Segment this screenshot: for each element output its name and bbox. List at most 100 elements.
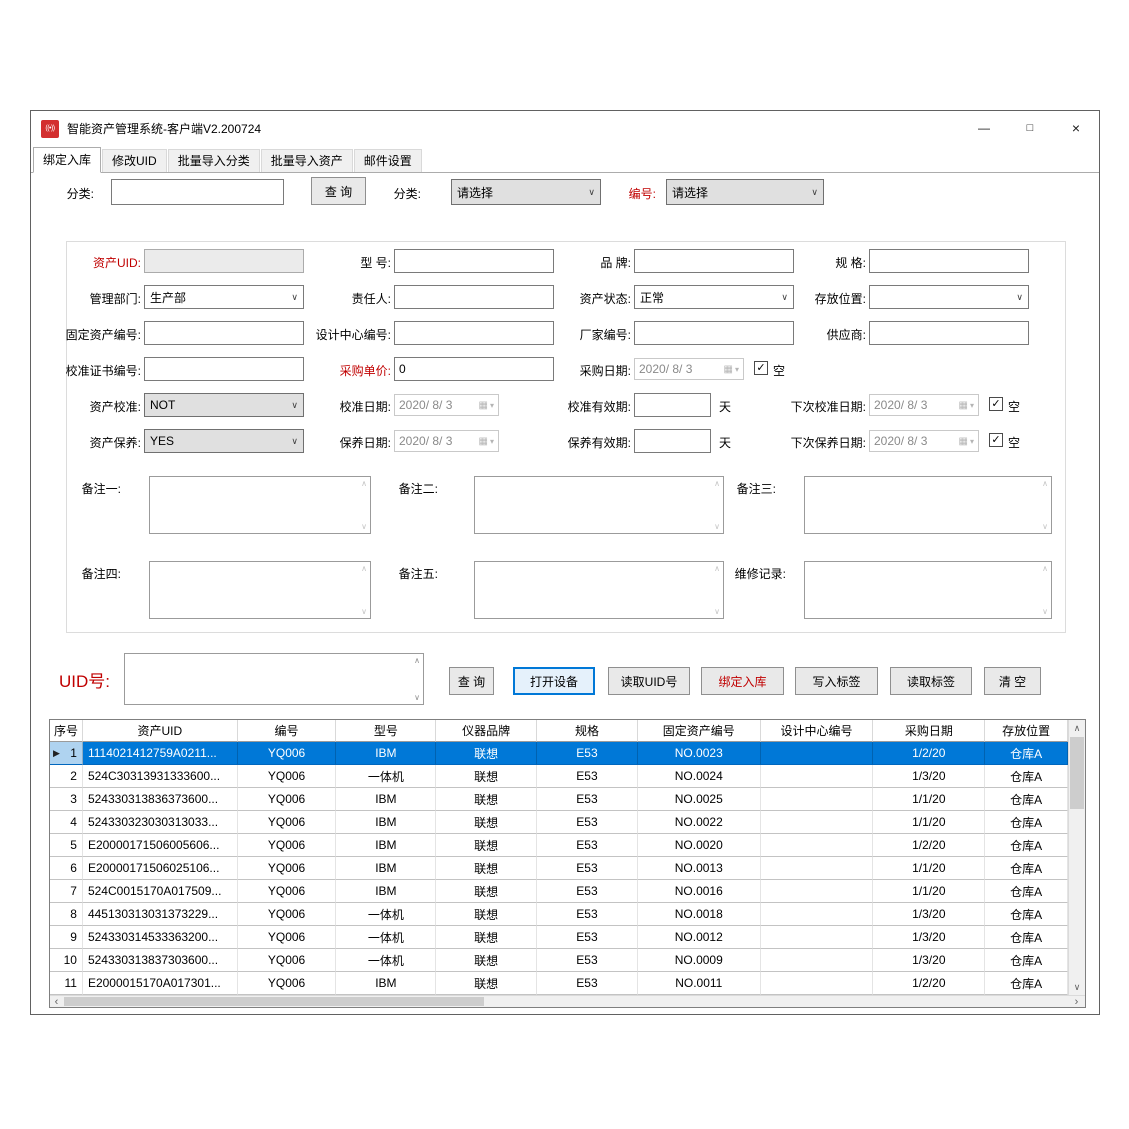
table-cell[interactable]: E53 [537, 834, 638, 857]
table-cell[interactable]: 1/3/20 [873, 903, 985, 926]
vertical-scrollbar-thumb[interactable] [1070, 737, 1084, 809]
table-cell[interactable]: IBM [336, 880, 436, 903]
table-cell[interactable]: NO.0018 [638, 903, 761, 926]
tab-mail-settings[interactable]: 邮件设置 [354, 149, 422, 172]
minimize-button[interactable]: — [961, 111, 1007, 145]
query-button-top[interactable]: 查 询 [311, 177, 366, 205]
scroll-down-icon[interactable]: ∨ [1069, 979, 1085, 995]
table-cell[interactable]: 一体机 [336, 903, 436, 926]
table-cell[interactable]: YQ006 [238, 742, 337, 765]
owner-field[interactable] [394, 285, 554, 309]
table-cell[interactable]: 仓库A [985, 903, 1068, 926]
table-header-cell[interactable]: 资产UID [83, 720, 238, 742]
table-cell[interactable]: YQ006 [238, 880, 337, 903]
table-cell[interactable]: 一体机 [336, 926, 436, 949]
table-cell[interactable]: 1/1/20 [873, 811, 985, 834]
table-cell[interactable]: E53 [537, 880, 638, 903]
table-header-cell[interactable]: 固定资产编号 [638, 720, 761, 742]
table-cell[interactable]: 联想 [436, 972, 537, 995]
table-cell[interactable]: 仓库A [985, 926, 1068, 949]
table-cell[interactable]: IBM [336, 972, 436, 995]
table-cell[interactable]: 仓库A [985, 765, 1068, 788]
table-header-cell[interactable]: 序号 [50, 720, 83, 742]
table-cell[interactable]: E20000171506005606... [83, 834, 238, 857]
table-cell[interactable]: E53 [537, 788, 638, 811]
table-cell[interactable]: 仓库A [985, 788, 1068, 811]
table-cell[interactable]: ▶1 [50, 742, 83, 765]
table-row[interactable]: 6E20000171506025106...YQ006IBM联想E53NO.00… [50, 857, 1068, 880]
spec-field[interactable] [869, 249, 1029, 273]
close-button[interactable]: × [1053, 111, 1099, 145]
table-cell[interactable]: YQ006 [238, 903, 337, 926]
table-row[interactable]: 10524330313837303600...YQ006一体机联想E53NO.0… [50, 949, 1068, 972]
table-cell[interactable]: E53 [537, 972, 638, 995]
vertical-scrollbar[interactable]: ∧ ∨ [1068, 720, 1085, 995]
table-cell[interactable]: E53 [537, 926, 638, 949]
table-cell[interactable]: E53 [537, 903, 638, 926]
tab-bind-inbound[interactable]: 绑定入库 [33, 147, 101, 173]
repair-record-textarea[interactable] [805, 562, 1051, 618]
table-header-cell[interactable]: 设计中心编号 [761, 720, 874, 742]
table-cell[interactable]: 仓库A [985, 834, 1068, 857]
table-cell[interactable]: 10 [50, 949, 83, 972]
table-cell[interactable]: 仓库A [985, 857, 1068, 880]
table-cell[interactable]: 联想 [436, 880, 537, 903]
table-row[interactable]: 2524C30313931333600...YQ006一体机联想E53NO.00… [50, 765, 1068, 788]
table-cell[interactable]: YQ006 [238, 857, 337, 880]
table-cell[interactable]: 1/1/20 [873, 857, 985, 880]
table-header-cell[interactable]: 存放位置 [985, 720, 1068, 742]
table-cell[interactable]: 联想 [436, 742, 537, 765]
category-search-input[interactable] [111, 179, 284, 205]
table-row[interactable]: ▶11114021412759A0211...YQ006IBM联想E53NO.0… [50, 742, 1068, 765]
table-cell[interactable]: 9 [50, 926, 83, 949]
supplier-field[interactable] [869, 321, 1029, 345]
table-cell[interactable]: IBM [336, 857, 436, 880]
table-cell[interactable]: E20000171506025106... [83, 857, 238, 880]
table-cell[interactable]: 仓库A [985, 949, 1068, 972]
table-cell[interactable]: 524330313836373600... [83, 788, 238, 811]
maximize-button[interactable]: □ [1007, 111, 1053, 145]
table-cell[interactable]: 联想 [436, 926, 537, 949]
table-cell[interactable]: 联想 [436, 949, 537, 972]
table-cell[interactable]: YQ006 [238, 765, 337, 788]
table-cell[interactable]: 6 [50, 857, 83, 880]
table-cell[interactable]: NO.0009 [638, 949, 761, 972]
table-cell[interactable] [761, 788, 874, 811]
table-cell[interactable]: 1114021412759A0211... [83, 742, 238, 765]
table-cell[interactable]: IBM [336, 788, 436, 811]
table-cell[interactable]: 一体机 [336, 765, 436, 788]
table-cell[interactable] [761, 926, 874, 949]
table-row[interactable]: 11E2000015170A017301...YQ006IBM联想E53NO.0… [50, 972, 1068, 995]
table-cell[interactable]: 仓库A [985, 972, 1068, 995]
next-calib-date-empty-checkbox[interactable]: ✓ [989, 397, 1003, 411]
table-cell[interactable]: NO.0013 [638, 857, 761, 880]
table-header-cell[interactable]: 型号 [336, 720, 436, 742]
table-cell[interactable]: 7 [50, 880, 83, 903]
asset-calibration-select[interactable]: NOT ∨ [144, 393, 304, 417]
table-cell[interactable] [761, 972, 874, 995]
horizontal-scrollbar[interactable]: ‹ › [50, 995, 1085, 1007]
table-row[interactable]: 8445130313031373229...YQ006一体机联想E53NO.00… [50, 903, 1068, 926]
table-cell[interactable]: IBM [336, 742, 436, 765]
table-cell[interactable]: 524330313837303600... [83, 949, 238, 972]
table-cell[interactable]: YQ006 [238, 811, 337, 834]
table-cell[interactable]: NO.0025 [638, 788, 761, 811]
table-cell[interactable]: E53 [537, 765, 638, 788]
purchase-date-empty-checkbox[interactable]: ✓ [754, 361, 768, 375]
remark1-textarea[interactable] [150, 477, 370, 533]
table-row[interactable]: 5E20000171506005606...YQ006IBM联想E53NO.00… [50, 834, 1068, 857]
table-cell[interactable]: 11 [50, 972, 83, 995]
table-cell[interactable]: 1/1/20 [873, 880, 985, 903]
code-select[interactable]: 请选择 ∨ [666, 179, 824, 205]
asset-maintenance-select[interactable]: YES ∨ [144, 429, 304, 453]
table-cell[interactable] [761, 857, 874, 880]
table-cell[interactable] [761, 742, 874, 765]
table-cell[interactable]: NO.0011 [638, 972, 761, 995]
tab-modify-uid[interactable]: 修改UID [102, 149, 167, 172]
table-header-cell[interactable]: 仪器品牌 [436, 720, 537, 742]
table-header-cell[interactable]: 编号 [238, 720, 337, 742]
table-cell[interactable]: 一体机 [336, 949, 436, 972]
table-cell[interactable] [761, 834, 874, 857]
table-cell[interactable]: NO.0022 [638, 811, 761, 834]
next-maint-date-empty-checkbox[interactable]: ✓ [989, 433, 1003, 447]
